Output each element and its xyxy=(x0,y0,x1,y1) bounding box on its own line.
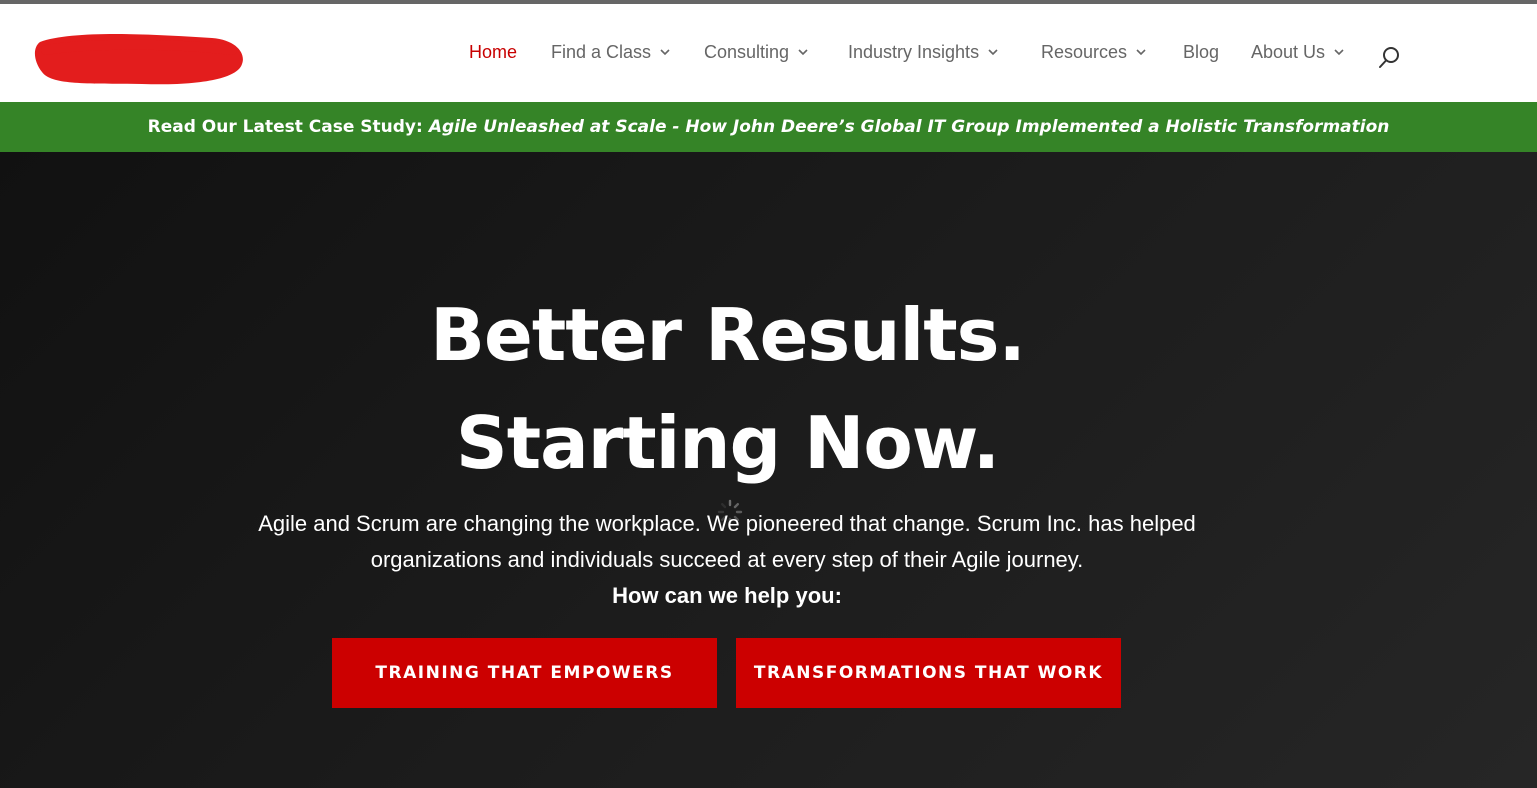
hero-description: Agile and Scrum are changing the workpla… xyxy=(258,511,1196,572)
nav-blog[interactable]: Blog xyxy=(1183,40,1219,64)
hero-title-line1: Better Results. xyxy=(430,293,1026,377)
hero-question: How can we help you: xyxy=(612,583,842,608)
nav-industry-insights[interactable]: Industry Insights xyxy=(848,40,999,64)
search-icon[interactable] xyxy=(1378,46,1400,70)
chevron-down-icon xyxy=(798,49,808,56)
nav-about-us[interactable]: About Us xyxy=(1251,40,1345,64)
chevron-down-icon xyxy=(1334,49,1344,56)
chevron-down-icon xyxy=(988,49,998,56)
nav-about-us-label: About Us xyxy=(1251,41,1326,62)
site-header: Home Find a Class Consulting Industry In… xyxy=(0,4,1537,102)
chevron-down-icon xyxy=(1136,49,1146,56)
nav-find-a-class[interactable]: Find a Class xyxy=(551,40,671,64)
nav-resources-label: Resources xyxy=(1041,41,1128,62)
nav-blog-label: Blog xyxy=(1183,41,1220,62)
hero-section: Better Results. Starting Now. Agile and … xyxy=(0,152,1537,788)
nav-home-label: Home xyxy=(469,41,518,62)
nav-consulting[interactable]: Consulting xyxy=(704,40,809,64)
nav-industry-insights-label: Industry Insights xyxy=(848,41,980,62)
transformations-button[interactable]: TRANSFORMATIONS THAT WORK xyxy=(736,638,1121,708)
nav-home[interactable]: Home xyxy=(469,40,517,64)
nav-resources[interactable]: Resources xyxy=(1041,40,1147,64)
banner-case-study-link[interactable]: Agile Unleashed at Scale - How John Deer… xyxy=(429,117,1390,137)
chevron-down-icon xyxy=(660,49,670,56)
hero-title-line2: Starting Now. xyxy=(455,401,1000,485)
main-nav: Home Find a Class Consulting Industry In… xyxy=(0,40,1537,64)
case-study-banner: Read Our Latest Case Study: Agile Unleas… xyxy=(0,102,1537,152)
training-button[interactable]: TRAINING THAT EMPOWERS xyxy=(332,638,717,708)
nav-find-a-class-label: Find a Class xyxy=(551,41,652,62)
nav-consulting-label: Consulting xyxy=(704,41,790,62)
banner-lead: Read Our Latest Case Study: xyxy=(147,117,423,137)
